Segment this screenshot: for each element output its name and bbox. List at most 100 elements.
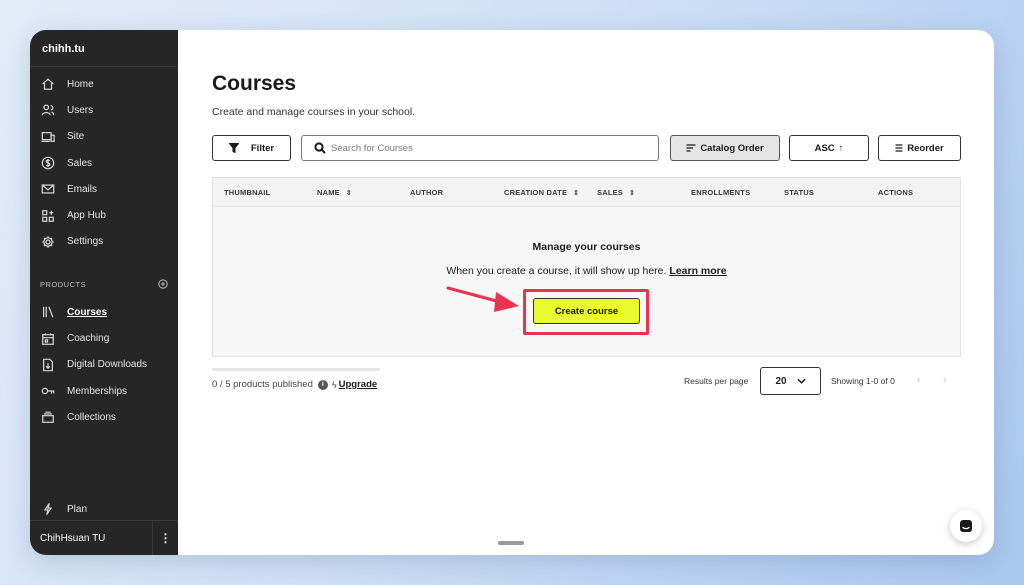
column-author: AUTHOR — [410, 188, 444, 197]
main-nav: Home Users Site Sales Emails App Hub Set… — [30, 67, 178, 255]
search-input[interactable] — [331, 142, 658, 154]
gear-icon — [41, 235, 55, 249]
info-icon[interactable]: i — [317, 379, 328, 390]
column-creation-date[interactable]: CREATION DATE ⇕ — [504, 188, 579, 197]
sidebar-item-label: Emails — [67, 183, 98, 195]
reorder-label: Reorder — [907, 142, 944, 154]
user-name: ChihHsuan TU — [40, 532, 106, 544]
app-hub-icon — [41, 209, 55, 223]
sidebar-item-label: Collections — [67, 411, 116, 423]
previous-page-icon[interactable]: ‹ — [917, 374, 921, 386]
sidebar-item-label: Site — [67, 131, 85, 143]
site-icon — [41, 130, 55, 144]
results-per-page-label: Results per page — [684, 376, 749, 386]
add-product-icon[interactable] — [158, 279, 168, 289]
calendar-icon — [41, 332, 55, 346]
sidebar-item-label: App Hub — [67, 210, 106, 222]
bottom-drag-handle[interactable] — [498, 541, 524, 545]
app-window: chihh.tu Home Users Site Sales Emails Ap… — [30, 30, 994, 555]
filter-button[interactable]: Filter — [212, 135, 291, 161]
column-name[interactable]: NAME ⇕ — [317, 188, 352, 197]
key-icon — [41, 384, 55, 398]
sidebar: chihh.tu Home Users Site Sales Emails Ap… — [30, 30, 178, 555]
results-per-page-select[interactable]: 20 — [760, 367, 821, 395]
collections-icon — [41, 410, 55, 424]
sidebar-item-label: Courses — [67, 306, 108, 318]
asc-label: ASC — [814, 142, 835, 154]
sort-lines-icon — [686, 144, 696, 152]
sidebar-item-app-hub[interactable]: App Hub — [30, 202, 178, 228]
empty-state-text: When you create a course, it will show u… — [446, 265, 727, 277]
bolt-icon: ϟ — [331, 379, 337, 390]
sidebar-item-digital-downloads[interactable]: Digital Downloads — [30, 352, 178, 378]
published-status: 0 / 5 products published i ϟ Upgrade — [212, 379, 377, 390]
sidebar-item-emails[interactable]: Emails — [30, 176, 178, 202]
sidebar-item-label: Users — [67, 104, 94, 116]
sidebar-item-settings[interactable]: Settings — [30, 229, 178, 255]
users-icon — [41, 103, 55, 117]
published-progress-bar — [212, 368, 380, 371]
filter-icon — [228, 143, 239, 153]
dollar-icon — [41, 156, 55, 170]
table-header: THUMBNAIL NAME ⇕ AUTHOR CREATION DATE ⇕ SA… — [213, 178, 960, 207]
chevron-down-icon — [796, 378, 806, 384]
school-name[interactable]: chihh.tu — [30, 30, 178, 67]
main-content: Courses Create and manage courses in you… — [178, 30, 994, 555]
upgrade-link[interactable]: Upgrade — [339, 379, 378, 390]
sidebar-item-courses[interactable]: Courses — [30, 299, 178, 325]
sidebar-item-users[interactable]: Users — [30, 97, 178, 123]
create-course-button[interactable]: Create course — [533, 298, 640, 324]
sidebar-item-label: Plan — [67, 503, 88, 515]
catalog-order-label: Catalog Order — [700, 142, 764, 154]
more-options-icon[interactable]: ⋮ — [152, 521, 178, 555]
mail-icon — [41, 182, 55, 196]
sidebar-item-label: Digital Downloads — [67, 359, 148, 371]
plan-section: Plan — [30, 496, 178, 522]
list-icon — [895, 144, 903, 152]
sort-direction-button[interactable]: ASC ↑ — [789, 135, 869, 161]
column-status: STATUS — [784, 188, 815, 197]
sidebar-item-label: Home — [67, 78, 94, 90]
sidebar-item-plan[interactable]: Plan — [30, 496, 178, 522]
products-heading: PRODUCTS — [40, 279, 87, 289]
sidebar-item-site[interactable]: Site — [30, 124, 178, 150]
column-actions: ACTIONS — [878, 188, 914, 197]
sidebar-item-memberships[interactable]: Memberships — [30, 378, 178, 404]
sort-icon[interactable]: ⇕ — [346, 189, 352, 197]
next-page-icon[interactable]: › — [943, 374, 947, 386]
chat-icon — [960, 520, 972, 532]
reorder-button[interactable]: Reorder — [878, 135, 961, 161]
sidebar-item-label: Memberships — [67, 385, 128, 397]
sidebar-item-coaching[interactable]: Coaching — [30, 325, 178, 351]
products-nav: Courses Coaching Digital Downloads Membe… — [30, 299, 178, 430]
red-pointer-arrow-icon — [446, 286, 519, 312]
filter-label: Filter — [250, 142, 275, 154]
search-box[interactable] — [301, 135, 659, 161]
sort-icon[interactable]: ⇕ — [573, 189, 579, 197]
column-enrollments: ENROLLMENTS — [691, 188, 751, 197]
column-sales[interactable]: SALES ⇕ — [597, 188, 635, 197]
products-section-header: PRODUCTS — [30, 275, 178, 293]
sort-icon[interactable]: ⇕ — [629, 189, 635, 197]
user-bar[interactable]: ChihHsuan TU ⋮ — [30, 520, 178, 555]
pagination-summary: Showing 1-0 of 0 — [831, 376, 895, 386]
arrow-up-icon: ↑ — [838, 142, 844, 154]
chat-launcher-button[interactable] — [950, 510, 982, 542]
sidebar-item-sales[interactable]: Sales — [30, 150, 178, 176]
sidebar-item-collections[interactable]: Collections — [30, 404, 178, 430]
sidebar-item-label: Coaching — [67, 333, 110, 345]
page-title: Courses — [212, 72, 297, 95]
bolt-icon — [41, 502, 55, 516]
learn-more-link[interactable]: Learn more — [669, 265, 726, 277]
sidebar-item-home[interactable]: Home — [30, 71, 178, 97]
page-subtitle: Create and manage courses in your school… — [212, 106, 416, 118]
results-per-page-value: 20 — [775, 375, 787, 387]
search-icon — [314, 142, 326, 154]
download-icon — [41, 358, 55, 372]
sidebar-item-label: Sales — [67, 157, 93, 169]
empty-state-title: Manage your courses — [532, 241, 641, 253]
catalog-order-button[interactable]: Catalog Order — [670, 135, 780, 161]
home-icon — [41, 77, 55, 91]
published-count: 0 / 5 products published — [212, 379, 313, 390]
column-thumbnail: THUMBNAIL — [224, 188, 271, 197]
